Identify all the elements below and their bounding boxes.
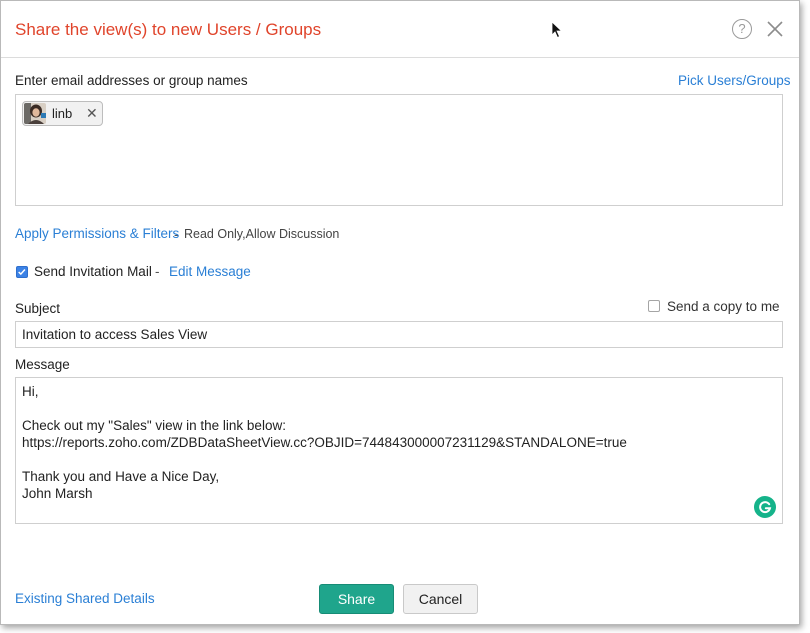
share-dialog: Share the view(s) to new Users / Groups … [0, 0, 800, 625]
grammarly-g-icon [759, 501, 772, 514]
edit-message-link[interactable]: Edit Message [169, 264, 251, 279]
recipients-label: Enter email addresses or group names [15, 73, 248, 88]
message-line: John Marsh [22, 486, 93, 501]
message-line: Hi, [22, 384, 39, 399]
apply-permissions-link[interactable]: Apply Permissions & Filters [15, 226, 179, 241]
avatar [24, 103, 46, 124]
pick-users-groups-link[interactable]: Pick Users/Groups [678, 73, 791, 88]
cancel-button[interactable]: Cancel [403, 584, 478, 614]
dialog-header: Share the view(s) to new Users / Groups … [1, 1, 799, 58]
subject-input[interactable]: Invitation to access Sales View [15, 321, 783, 348]
message-line: Check out my "Sales" view in the link be… [22, 418, 286, 433]
recipient-chip[interactable]: linb ✕ [22, 101, 103, 126]
mouse-cursor-icon [551, 21, 563, 39]
dialog-title: Share the view(s) to new Users / Groups [15, 20, 322, 39]
message-line: https://reports.zoho.com/ZDBDataSheetVie… [22, 435, 627, 450]
message-label: Message [15, 357, 70, 372]
message-line [22, 451, 776, 468]
message-line: Thank you and Have a Nice Day, [22, 469, 220, 484]
recipients-input[interactable]: linb ✕ [15, 94, 783, 206]
send-copy-checkbox[interactable] [648, 300, 660, 312]
message-line [22, 400, 776, 417]
invitation-separator: - [155, 264, 160, 279]
grammarly-icon[interactable] [754, 496, 776, 518]
share-button[interactable]: Share [319, 584, 394, 614]
send-copy-label: Send a copy to me [667, 299, 780, 314]
existing-shared-details-link[interactable]: Existing Shared Details [15, 591, 155, 606]
permissions-summary: Read Only,Allow Discussion [184, 227, 340, 241]
send-invitation-checkbox[interactable] [16, 266, 28, 278]
send-invitation-label: Send Invitation Mail [34, 264, 152, 279]
permissions-separator: - [174, 227, 179, 242]
checkmark-icon [18, 269, 26, 276]
help-icon[interactable]: ? [732, 19, 752, 39]
message-textarea[interactable]: Hi, Check out my "Sales" view in the lin… [15, 377, 783, 524]
close-icon[interactable] [765, 19, 785, 39]
subject-label: Subject [15, 301, 61, 316]
recipient-chip-name: linb [52, 106, 73, 121]
remove-recipient-icon[interactable]: ✕ [86, 105, 98, 122]
